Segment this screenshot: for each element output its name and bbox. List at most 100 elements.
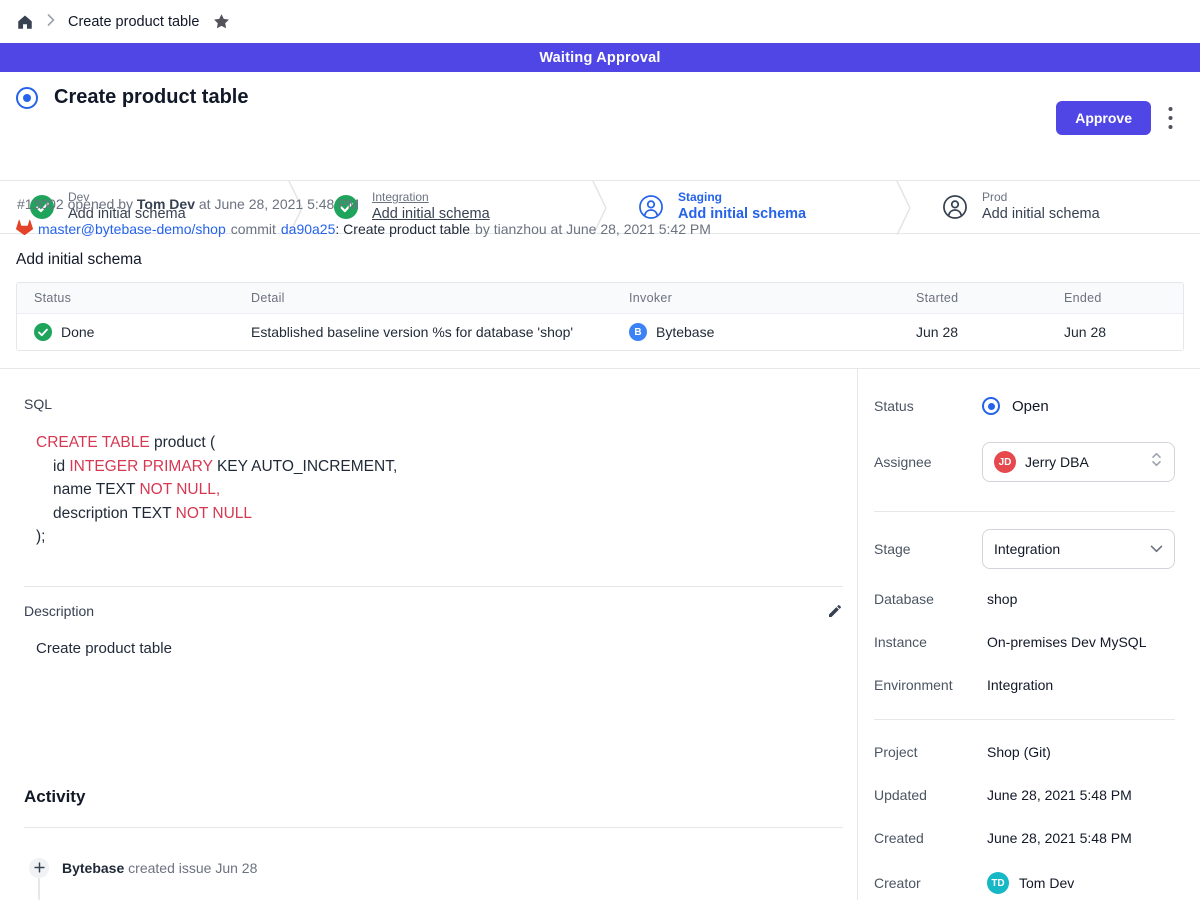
stage-env-label: Staging [678, 190, 806, 205]
task-started: Jun 28 [899, 324, 1047, 340]
commit-line: master@bytebase-demo/shop commit da90a25… [16, 219, 716, 238]
sql-token: INTEGER PRIMARY [69, 458, 212, 475]
issue-meta-prefix: #13002 opened by [17, 196, 133, 212]
assignee-label: Assignee [874, 454, 982, 470]
sql-token: NOT NULL, [139, 481, 220, 498]
edit-pencil-icon[interactable] [827, 603, 843, 619]
updated-value: June 28, 2021 5:48 PM [982, 787, 1132, 803]
sql-token: CREATE TABLE [36, 434, 150, 451]
environment-row: Environment Integration [874, 677, 1175, 693]
instance-value: On-premises Dev MySQL [982, 634, 1146, 650]
person-icon [942, 194, 968, 220]
creator-row: Creator TD Tom Dev [874, 872, 1175, 894]
created-label: Created [874, 830, 982, 846]
bytebase-issue-page: Create product table Waiting Approval Cr… [0, 0, 1200, 900]
sql-token: name TEXT [53, 481, 139, 498]
col-status: Status [17, 291, 234, 305]
activity-item: Bytebase created issue Jun 28 [29, 858, 843, 878]
issue-header: Create product table #13002 opened by To… [0, 72, 1200, 180]
commit-message: : Create product table [335, 221, 470, 237]
task-table-header: Status Detail Invoker Started Ended [17, 283, 1183, 313]
stage-label: Stage [874, 541, 982, 557]
task-section-title: Add initial schema [16, 251, 1184, 269]
content-area: SQL CREATE TABLE product ( id INTEGER PR… [0, 368, 1200, 900]
invoker-avatar: B [629, 323, 647, 341]
issue-author: Tom Dev [137, 196, 195, 212]
creator-label: Creator [874, 875, 982, 891]
task-ended: Jun 28 [1047, 324, 1183, 340]
status-label: Status [874, 398, 982, 414]
task-invoker: Bytebase [656, 324, 714, 340]
project-label: Project [874, 744, 982, 760]
stage-select[interactable]: Integration [982, 529, 1175, 569]
col-detail: Detail [234, 291, 612, 305]
issue-title: Create product table [54, 86, 248, 109]
stage-env-label: Integration [372, 190, 490, 205]
assignee-value: Jerry DBA [1025, 454, 1141, 470]
breadcrumb-page-title[interactable]: Create product table [68, 14, 199, 30]
more-actions-icon[interactable] [1162, 104, 1178, 132]
stage-task-label: Add initial schema [982, 205, 1100, 223]
sql-token: description TEXT [53, 505, 176, 522]
chevron-right-icon [47, 13, 55, 31]
issue-sidebar: Status Open Assignee JD Jerry DBA [858, 369, 1199, 900]
stage-value: Integration [994, 541, 1141, 557]
updated-label: Updated [874, 787, 982, 803]
divider [874, 719, 1175, 720]
database-row: Database shop [874, 591, 1175, 607]
status-banner: Waiting Approval [0, 43, 1200, 72]
sql-code-block: CREATE TABLE product ( id INTEGER PRIMAR… [24, 431, 843, 549]
project-value: Shop (Git) [982, 744, 1051, 760]
gitlab-icon [16, 219, 33, 238]
home-icon[interactable] [16, 13, 34, 31]
sql-token: product ( [150, 434, 215, 451]
check-icon [34, 323, 52, 341]
col-ended: Ended [1047, 291, 1183, 305]
created-row: Created June 28, 2021 5:48 PM [874, 830, 1175, 846]
sql-token: ); [36, 528, 45, 545]
updated-row: Updated June 28, 2021 5:48 PM [874, 787, 1175, 803]
status-value: Open [1012, 398, 1049, 415]
status-row: Status Open [874, 397, 1175, 415]
col-started: Started [899, 291, 1047, 305]
divider [24, 827, 843, 828]
issue-open-icon [16, 87, 38, 109]
description-content: Create product table [36, 640, 843, 657]
person-icon [638, 194, 664, 220]
assignee-row: Assignee JD Jerry DBA [874, 442, 1175, 482]
task-section: Add initial schema Status Detail Invoker… [0, 234, 1200, 368]
table-row[interactable]: Done Established baseline version %s for… [17, 313, 1183, 350]
creator-value: Tom Dev [1019, 875, 1074, 891]
divider [24, 586, 843, 587]
star-icon[interactable] [212, 12, 231, 31]
breadcrumb: Create product table [0, 0, 1200, 43]
commit-byline: by tianzhou at June 28, 2021 5:42 PM [475, 221, 711, 237]
creator-avatar: TD [987, 872, 1009, 894]
stage-prod[interactable]: Prod Add initial schema [912, 181, 1200, 233]
open-status-icon [982, 397, 1000, 415]
stepper-icon [1150, 451, 1163, 473]
activity-timeline-line [38, 878, 40, 900]
commit-hash-link[interactable]: da90a25 [281, 221, 336, 237]
stage-separator [896, 181, 912, 235]
commit-branch-link[interactable]: master@bytebase-demo/shop [38, 221, 226, 237]
sql-token: id [53, 458, 69, 475]
task-detail: Established baseline version %s for data… [234, 324, 612, 340]
created-value: June 28, 2021 5:48 PM [982, 830, 1132, 846]
sql-token: KEY AUTO_INCREMENT, [213, 458, 398, 475]
col-invoker: Invoker [612, 291, 899, 305]
project-row: Project Shop (Git) [874, 744, 1175, 760]
instance-label: Instance [874, 634, 982, 650]
sql-label: SQL [24, 396, 843, 412]
assignee-select[interactable]: JD Jerry DBA [982, 442, 1175, 482]
divider [874, 511, 1175, 512]
database-value: shop [982, 591, 1017, 607]
activity-action: created issue Jun 28 [128, 860, 257, 876]
chevron-down-icon [1150, 540, 1163, 558]
main-column: SQL CREATE TABLE product ( id INTEGER PR… [0, 369, 858, 900]
approve-button[interactable]: Approve [1056, 101, 1151, 135]
issue-meta-time: at June 28, 2021 5:48 PM [199, 196, 359, 212]
task-table: Status Detail Invoker Started Ended Done… [16, 282, 1184, 351]
task-status: Done [61, 324, 94, 340]
environment-value: Integration [982, 677, 1053, 693]
